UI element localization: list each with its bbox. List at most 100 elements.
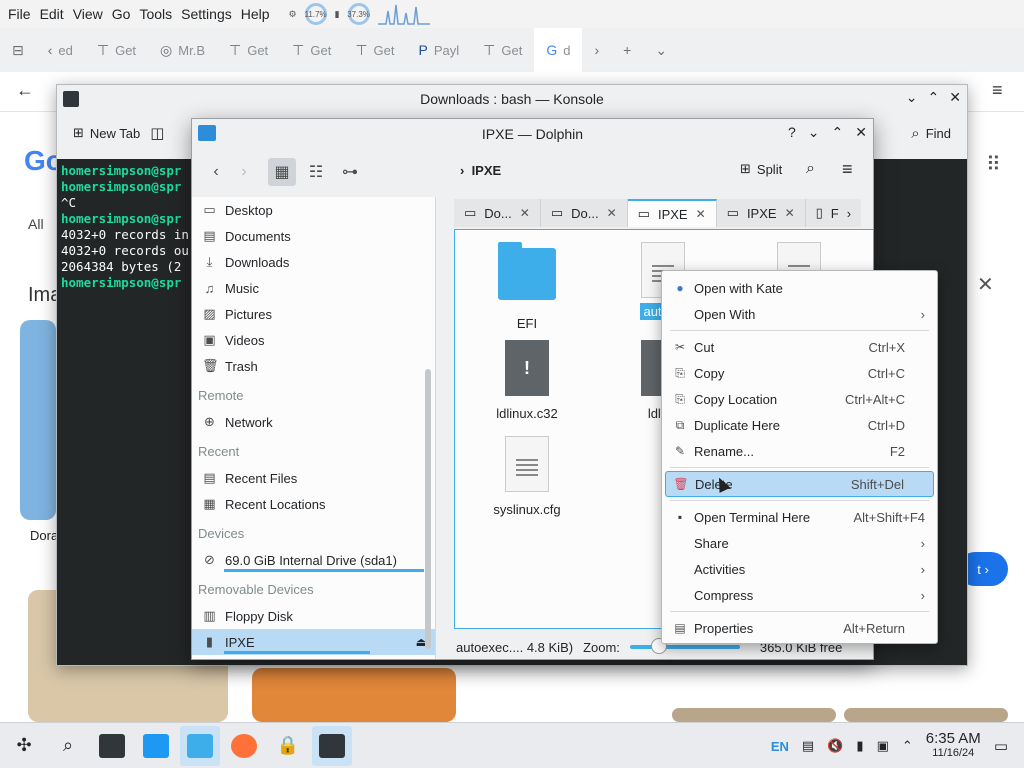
apps-grid-icon[interactable]: ⠿ xyxy=(986,152,1001,177)
hamburger-menu-icon[interactable]: ≡ xyxy=(842,159,853,180)
browser-tab[interactable]: ◎ Mr.B xyxy=(148,28,217,72)
place-downloads[interactable]: ⤓ Downloads xyxy=(192,249,435,275)
close-tab-icon[interactable]: ✕ xyxy=(607,206,617,220)
browser-tab[interactable]: ⊤ Get xyxy=(217,28,280,72)
image-thumbnail[interactable] xyxy=(844,708,1008,722)
konsole-taskbar-icon[interactable] xyxy=(312,725,352,766)
clipboard-icon[interactable]: ▤ xyxy=(802,738,814,754)
place-desktop[interactable]: ▭ Desktop xyxy=(192,197,435,223)
forward-icon[interactable]: › xyxy=(230,158,258,186)
dolphin-tab[interactable]: ▭ IPXE ✕ xyxy=(716,199,806,227)
close-icon[interactable]: ✕ xyxy=(949,89,961,106)
dolphin-tab[interactable]: ▯ F › xyxy=(805,199,862,227)
menu-file[interactable]: File xyxy=(8,6,40,22)
place-recent-locations[interactable]: ▦ Recent Locations xyxy=(192,491,435,517)
menu-item-open-with[interactable]: Open With › xyxy=(662,301,937,327)
volume-muted-icon[interactable]: 🔇 xyxy=(827,738,843,754)
minimize-icon[interactable]: ⌄ xyxy=(906,89,918,106)
close-icon[interactable]: ✕ xyxy=(977,272,994,297)
browser-tab[interactable]: ⊤ Get xyxy=(343,28,406,72)
image-thumbnail[interactable] xyxy=(252,668,456,722)
search-icon[interactable]: ⌕ xyxy=(806,160,815,178)
compact-view-icon[interactable]: ☷ xyxy=(302,158,330,186)
place-internal-drive[interactable]: ⊘ 69.0 GiB Internal Drive (sda1) xyxy=(192,547,435,573)
places-scrollbar[interactable] xyxy=(425,369,431,649)
breadcrumb[interactable]: › IPXE xyxy=(460,163,501,178)
close-tab-icon[interactable]: ✕ xyxy=(520,206,530,220)
maximize-icon[interactable]: ⌃ xyxy=(928,89,940,106)
menu-item-copy-location[interactable]: ⎘ Copy Location Ctrl+Alt+C xyxy=(662,386,937,412)
image-thumbnail[interactable] xyxy=(672,708,836,722)
show-desktop-icon[interactable]: ▭ xyxy=(994,737,1008,755)
menu-tools[interactable]: Tools xyxy=(139,6,181,22)
close-icon[interactable]: ✕ xyxy=(855,124,867,141)
discover-app-icon[interactable] xyxy=(136,726,176,766)
hamburger-menu-icon[interactable]: ≡ xyxy=(992,80,1003,101)
battery-icon[interactable]: ▮ xyxy=(856,738,863,754)
search-tab-all[interactable]: All xyxy=(28,216,44,232)
file-item-efi[interactable]: EFI xyxy=(479,242,575,331)
browser-tab[interactable]: ‹ ed xyxy=(36,28,85,72)
zoom-slider[interactable] xyxy=(629,638,740,654)
clock[interactable]: 6:35 AM 11/16/24 xyxy=(926,731,981,760)
browser-tab[interactable]: P Payl xyxy=(407,28,472,72)
menu-settings[interactable]: Settings xyxy=(181,6,241,22)
menu-item-cut[interactable]: ✂ Cut Ctrl+X xyxy=(662,334,937,360)
menu-go[interactable]: Go xyxy=(112,6,140,22)
new-tab-button[interactable]: ⊞ New Tab xyxy=(73,125,140,141)
place-music[interactable]: ♫ Music xyxy=(192,275,435,301)
back-icon[interactable]: ← xyxy=(16,80,34,101)
help-icon[interactable]: ? xyxy=(788,124,796,141)
firefox-icon[interactable] xyxy=(224,726,264,766)
tabs-dropdown-icon[interactable]: ⌄ xyxy=(643,28,679,72)
close-tab-icon[interactable]: ✕ xyxy=(785,206,795,220)
menu-item-compress[interactable]: Compress › xyxy=(662,582,937,608)
menu-edit[interactable]: Edit xyxy=(40,6,73,22)
place-floppy-disk[interactable]: ▥ Floppy Disk xyxy=(192,603,435,629)
display-icon[interactable]: ▣ xyxy=(877,738,889,754)
menu-help[interactable]: Help xyxy=(241,6,279,22)
place-pictures[interactable]: ▨ Pictures xyxy=(192,301,435,327)
new-tab-icon[interactable]: + xyxy=(611,28,643,72)
menu-item-open-terminal-here[interactable]: ▪ Open Terminal Here Alt+Shift+F4 xyxy=(662,504,937,530)
place-network[interactable]: ⊕ Network xyxy=(192,409,435,435)
tabs-forward-icon[interactable]: › xyxy=(582,28,611,72)
image-thumbnail[interactable] xyxy=(20,320,56,520)
settings-app-icon[interactable] xyxy=(92,726,132,766)
menu-item-activities[interactable]: Activities › xyxy=(662,556,937,582)
menu-item-open-with-kate[interactable]: ● Open with Kate xyxy=(662,275,937,301)
place-trash[interactable]: 🗑 Trash xyxy=(192,353,435,379)
menu-item-delete[interactable]: 🗑 Delete Shift+Del xyxy=(665,471,934,497)
lock-icon[interactable]: 🔒 xyxy=(268,726,308,766)
keyboard-layout[interactable]: EN xyxy=(771,739,789,754)
browser-tab[interactable]: ⊤ Get xyxy=(471,28,534,72)
menu-item-share[interactable]: Share › xyxy=(662,530,937,556)
dolphin-tab[interactable]: ▭ Do... ✕ xyxy=(454,199,541,227)
dolphin-tab[interactable]: ▭ Do... ✕ xyxy=(540,199,628,227)
browser-tab[interactable]: ⊤ Get xyxy=(280,28,343,72)
back-icon[interactable]: ‹ xyxy=(202,158,230,186)
menu-item-copy[interactable]: ⎘ Copy Ctrl+C xyxy=(662,360,937,386)
browser-tab[interactable]: ⊤ Get xyxy=(85,28,148,72)
place-documents[interactable]: ▤ Documents xyxy=(192,223,435,249)
file-item-syslinux-cfg[interactable]: syslinux.cfg xyxy=(479,436,575,517)
browser-tab-active[interactable]: Gd xyxy=(534,28,583,72)
place-ipxe[interactable]: ▮ IPXE ⏏ xyxy=(192,629,435,655)
split-button[interactable]: ⊞ Split xyxy=(740,161,782,177)
expand-tray-icon[interactable]: ⌃ xyxy=(902,738,913,754)
find-button[interactable]: ⌕ Find xyxy=(911,125,951,142)
menu-item-duplicate-here[interactable]: ⧉ Duplicate Here Ctrl+D xyxy=(662,412,937,438)
place-recent-files[interactable]: ▤ Recent Files xyxy=(192,465,435,491)
place-videos[interactable]: ▣ Videos xyxy=(192,327,435,353)
details-view-icon[interactable]: ⊶ xyxy=(336,158,364,186)
tab-list-icon[interactable]: ⊟ xyxy=(0,28,36,72)
icons-view-icon[interactable]: ▦ xyxy=(268,158,296,186)
close-tab-icon[interactable]: ✕ xyxy=(696,207,706,221)
menu-view[interactable]: View xyxy=(73,6,112,22)
tabs-scroll-icon[interactable]: › xyxy=(847,206,851,221)
dolphin-taskbar-icon[interactable] xyxy=(180,725,220,766)
search-icon[interactable]: ⌕ xyxy=(48,726,88,766)
file-item-ldlinux-c32[interactable]: ! ldlinux.c32 xyxy=(479,340,575,421)
split-view-icon[interactable]: ◫ xyxy=(150,124,164,142)
app-launcher-icon[interactable]: ✣ xyxy=(4,726,44,766)
